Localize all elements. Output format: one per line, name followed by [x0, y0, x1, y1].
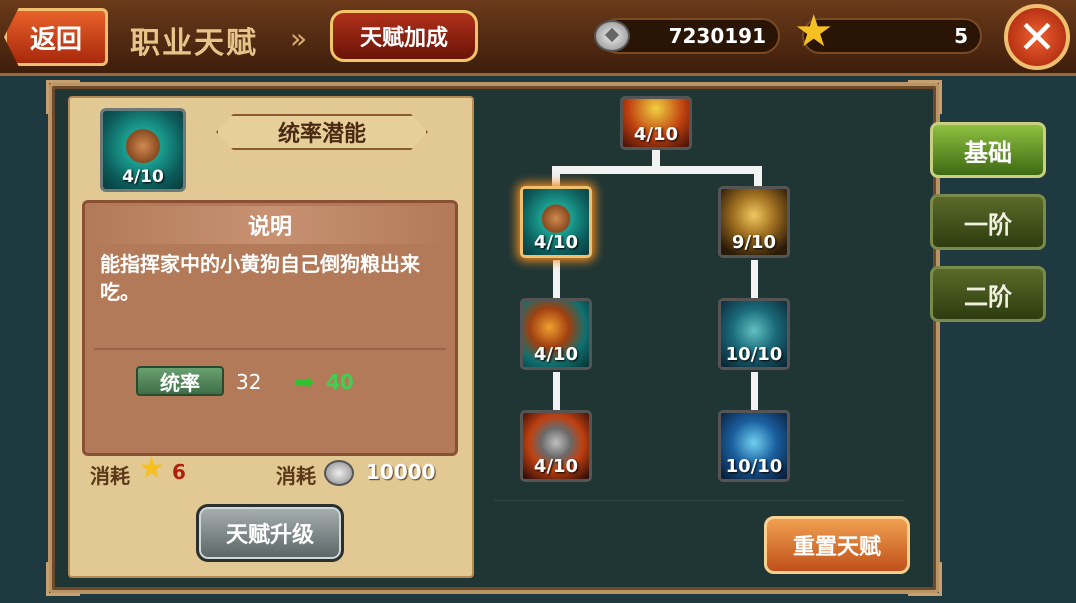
tree-connector	[552, 166, 762, 174]
upgrade-talent-button[interactable]: 天赋升级	[196, 504, 344, 562]
description-text: 能指挥家中的小黄狗自己倒狗粮出来吃。	[100, 252, 420, 304]
arrow-right-icon: ➡	[294, 368, 315, 396]
talent-node-top[interactable]: 4/10	[620, 96, 692, 150]
silver-coin-icon	[594, 20, 630, 52]
stat-current-value: 32	[236, 370, 262, 394]
star-icon: ★	[794, 6, 834, 57]
frame-corner	[908, 80, 942, 114]
tab-tier-2[interactable]: 二阶	[930, 266, 1046, 322]
silver-coin-icon	[324, 460, 354, 486]
stat-next-value: 40	[326, 370, 354, 394]
tree-connector	[553, 372, 560, 412]
talent-node-left-3[interactable]: 4/10	[520, 410, 592, 482]
talent-node-left-2[interactable]: 4/10	[520, 298, 592, 370]
talent-name-banner: 统率潜能	[216, 114, 428, 150]
talent-node-right-2[interactable]: 10/10	[718, 298, 790, 370]
stat-label: 统率	[136, 366, 224, 396]
divider	[94, 348, 446, 350]
talent-node-right-3[interactable]: 10/10	[718, 410, 790, 482]
back-button[interactable]: 返回	[4, 8, 108, 66]
tab-tier-1[interactable]: 一阶	[930, 194, 1046, 250]
cost-star-value: 6	[172, 460, 186, 484]
frame-corner	[908, 562, 942, 596]
selected-talent-icon: 4/10	[100, 108, 186, 192]
page-title: 职业天赋	[130, 26, 258, 61]
cost-silver-value: 10000	[366, 460, 436, 484]
close-button[interactable]: ✕	[1004, 4, 1070, 70]
star-icon: ★	[138, 451, 165, 486]
breadcrumb-separator-icon: »	[290, 22, 308, 55]
cost-star-label: 消耗	[90, 464, 130, 488]
talent-node-right-1[interactable]: 9/10	[718, 186, 790, 258]
tree-connector	[754, 166, 762, 186]
talent-node-left-1[interactable]: 4/10	[520, 186, 592, 258]
reset-talent-button[interactable]: 重置天赋	[764, 516, 910, 574]
tree-connector	[553, 260, 560, 300]
divider	[494, 500, 904, 501]
description-title: 说明	[88, 206, 452, 244]
subtitle-tab[interactable]: 天赋加成	[330, 10, 478, 62]
tab-basic[interactable]: 基础	[930, 122, 1046, 178]
tree-connector	[751, 372, 758, 412]
cost-silver-label: 消耗	[276, 464, 316, 488]
tree-connector	[751, 260, 758, 300]
tree-connector	[552, 166, 560, 186]
